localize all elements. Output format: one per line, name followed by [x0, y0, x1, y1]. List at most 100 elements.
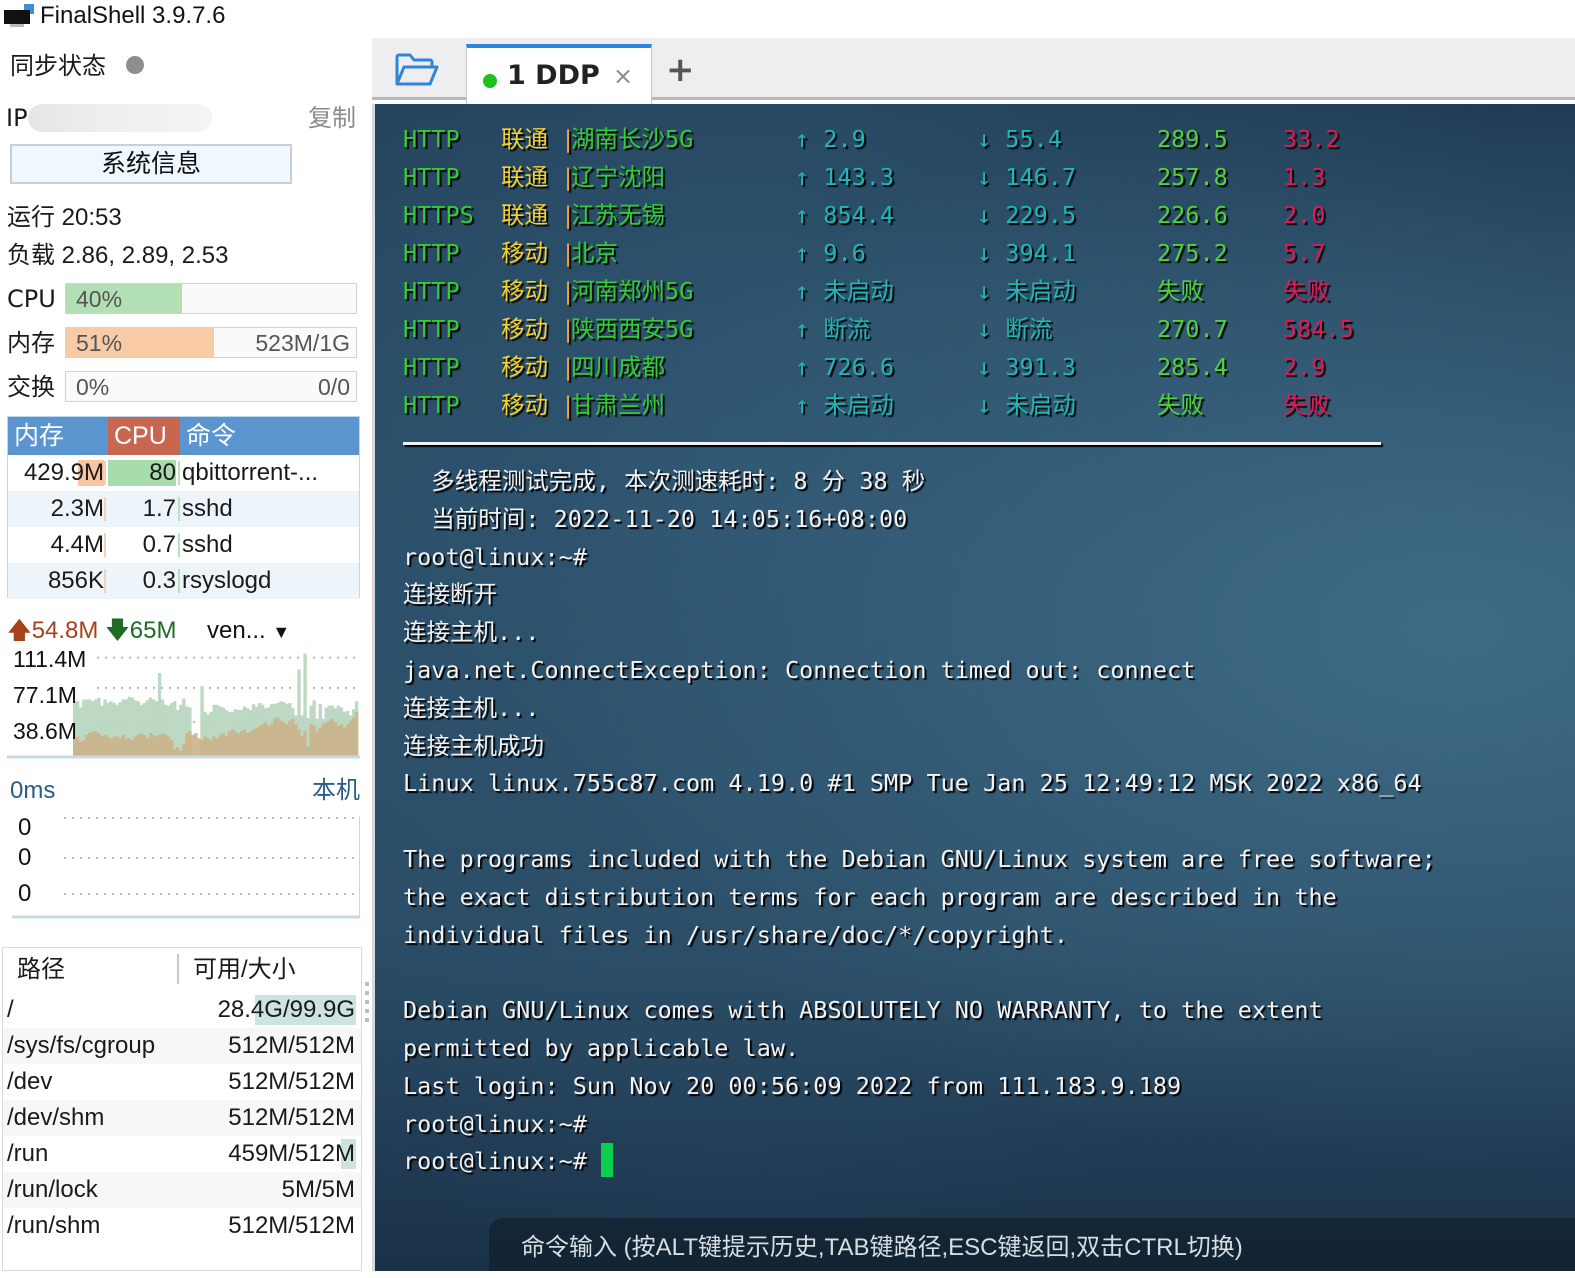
speedtest-isp: 移动	[501, 315, 548, 343]
network-upload-bar	[118, 738, 122, 756]
process-mem-tick	[104, 497, 106, 521]
network-upload-bar	[254, 727, 259, 756]
process-row[interactable]: 4.4M 0.7 sshd	[8, 527, 359, 563]
speedtest-latency: 失败	[1157, 277, 1204, 305]
network-upload-bar	[264, 722, 268, 756]
network-upload-bar	[336, 725, 341, 756]
network-upload-bar	[276, 717, 280, 756]
network-upload-bar	[218, 734, 222, 756]
network-upload-bar	[330, 718, 335, 756]
network-upload-bar	[154, 736, 159, 756]
process-row[interactable]: 856K 0.3 rsyslogd	[8, 563, 359, 599]
ip-address-redacted	[28, 104, 212, 132]
network-upload-bar	[327, 720, 332, 756]
disk-row[interactable]: /sys/fs/cgroup 512M/512M	[3, 1028, 361, 1064]
network-upload-bar	[151, 734, 156, 756]
column-header-memory[interactable]: 内存	[8, 417, 108, 455]
network-upload-bar	[282, 722, 286, 756]
ping-axis-label: 0	[18, 814, 32, 841]
network-upload-bar	[100, 736, 104, 756]
network-upload-bar	[267, 725, 271, 756]
disk-row[interactable]: /dev 512M/512M	[3, 1064, 361, 1100]
panel-resize-handle[interactable]	[365, 982, 369, 1026]
process-command: rsyslogd	[182, 567, 272, 594]
memory-percent: 51%	[76, 330, 123, 356]
terminal-line: 连接主机...	[403, 618, 540, 647]
folder-open-icon[interactable]	[394, 52, 440, 88]
column-header-path[interactable]: 路径	[17, 948, 65, 992]
process-mem-tick	[104, 569, 106, 593]
network-interface-select[interactable]: ven... ▼	[207, 614, 290, 649]
network-upload-bar	[270, 724, 274, 756]
speedtest-latency: 289.5	[1157, 125, 1228, 153]
speedtest-download: ↓ 未启动	[977, 391, 1076, 419]
network-upload-bar	[315, 731, 319, 756]
process-row[interactable]: 2.3M 1.7 sshd	[8, 491, 359, 527]
memory-label: 内存	[7, 329, 55, 357]
network-upload-bar	[342, 727, 347, 756]
speedtest-download: ↓ 394.1	[977, 239, 1077, 267]
column-header-cpu[interactable]: CPU	[108, 417, 180, 455]
process-row[interactable]: 429.9M 80 qbittorrent-...	[8, 455, 359, 491]
command-input[interactable]: 命令输入 (按ALT键提示历史,TAB键路径,ESC键返回,双击CTRL切换)	[489, 1218, 1575, 1271]
speedtest-city: 北京	[571, 239, 618, 267]
speedtest-jitter: 584.5	[1283, 315, 1354, 343]
download-speed: 65M	[129, 617, 177, 644]
disk-row[interactable]: / 28.4G/99.9G	[3, 992, 361, 1028]
speedtest-download: ↓ 229.5	[977, 201, 1077, 229]
network-upload-bar	[197, 738, 201, 756]
network-upload-bar	[224, 736, 228, 756]
left-panel: 同步状态 IP 复制 系统信息 运行 20:53 负载 2.86, 2.89, …	[0, 32, 372, 1271]
network-upload-bar	[318, 727, 322, 756]
network-upload-bar	[112, 736, 116, 756]
copy-ip-button[interactable]: 复制	[308, 100, 356, 136]
network-upload-bar	[166, 736, 171, 756]
disk-row[interactable]: /dev/shm 512M/512M	[3, 1100, 361, 1136]
terminal-line: java.net.ConnectException: Connection ti…	[403, 656, 1196, 684]
session-tab[interactable]: 1 DDP ×	[466, 44, 652, 104]
process-cpu-tick	[178, 461, 180, 485]
network-upload-bar	[109, 738, 113, 756]
disk-row[interactable]: /run 459M/512M	[3, 1136, 361, 1172]
ping-axis-label: 0	[18, 880, 32, 907]
terminal-line: 连接断开	[403, 580, 497, 609]
speedtest-upload: ↑ 9.6	[795, 239, 866, 267]
network-upload-bar	[97, 733, 101, 756]
disk-table-header: 路径 可用/大小	[3, 948, 361, 992]
close-tab-icon[interactable]: ×	[613, 58, 633, 94]
network-upload-bar	[251, 729, 256, 756]
speedtest-latency: 257.8	[1157, 163, 1228, 191]
speedtest-isp: 联通	[501, 125, 548, 153]
tab-bar: 1 DDP × +	[372, 38, 1575, 104]
speedtest-protocol: HTTP	[403, 391, 460, 419]
terminal-line: 多线程测试完成, 本次测速耗时: 8 分 38 秒	[403, 467, 926, 495]
column-divider[interactable]	[177, 954, 179, 984]
disk-row[interactable]: /run/lock 5M/5M	[3, 1172, 361, 1208]
speedtest-isp: 联通	[501, 163, 548, 191]
process-mem-tick	[104, 461, 106, 485]
disk-table: 路径 可用/大小 / 28.4G/99.9G/sys/fs/cgroup 512M/…	[2, 947, 362, 1271]
ping-axis-label: 0	[18, 844, 32, 871]
speedtest-protocol: HTTP	[403, 315, 460, 343]
network-axis-label-top: 111.4M	[13, 646, 87, 672]
ping-target-select[interactable]: 本机	[312, 774, 360, 808]
column-header-command[interactable]: 命令	[180, 417, 360, 455]
terminal[interactable]: HTTP 联通 | 湖南长沙5G ↑ 2.9 ↓ 55.4 289.5 33.2 HTTP 联通 |…	[372, 104, 1575, 1271]
speedtest-row: HTTP 联通 | 湖南长沙5G ↑ 2.9 ↓ 55.4 289.5 33.2	[403, 120, 1503, 158]
network-upload-bar	[300, 736, 304, 756]
add-tab-button[interactable]: +	[666, 50, 695, 90]
column-header-size[interactable]: 可用/大小	[193, 948, 296, 992]
network-upload-bar	[185, 733, 189, 756]
speedtest-download: ↓ 断流	[977, 315, 1053, 343]
terminal-prompt-line: root@linux:~#	[403, 1142, 613, 1180]
speedtest-isp: 联通	[501, 201, 548, 229]
process-command: qbittorrent-...	[182, 459, 319, 486]
network-upload-bar	[91, 731, 95, 756]
network-upload-bar	[273, 718, 277, 756]
swap-detail: 0/0	[318, 374, 350, 400]
system-info-button[interactable]: 系统信息	[10, 144, 292, 184]
process-command: sshd	[182, 531, 233, 558]
disk-row[interactable]: /run/shm 512M/512M	[3, 1208, 361, 1244]
disk-path: /sys/fs/cgroup	[7, 1032, 156, 1059]
process-command: sshd	[182, 495, 233, 522]
